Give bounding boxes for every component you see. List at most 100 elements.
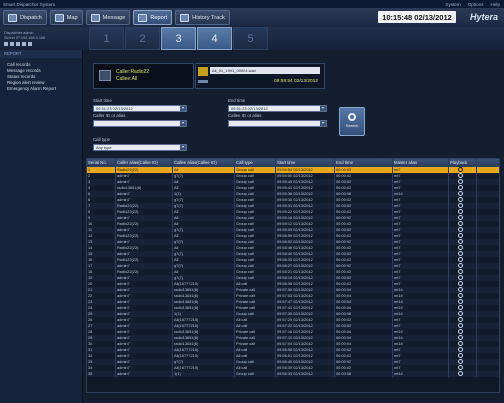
window-titlebar: Smart Dispatcher System System Options H… bbox=[0, 0, 504, 8]
report-button[interactable]: Report bbox=[133, 10, 173, 25]
table-cell: Group call bbox=[235, 371, 276, 377]
workspace-tabs: 1 2 3 4 5 bbox=[89, 27, 269, 50]
callee-text: Callee:All bbox=[116, 76, 138, 82]
caller-text: Caller:Radio22 bbox=[116, 69, 150, 75]
play-icon[interactable] bbox=[458, 257, 463, 263]
end-time-field[interactable]: 09:31:23 02/13/2012 ▼ bbox=[228, 105, 327, 112]
tab-3[interactable]: 3 bbox=[161, 27, 196, 50]
chevron-down-icon[interactable]: ▼ bbox=[180, 121, 186, 126]
tab-5[interactable]: 5 bbox=[233, 27, 268, 50]
column-header[interactable]: Callee alias(Callee ID) bbox=[173, 159, 235, 167]
tab-2[interactable]: 2 bbox=[125, 27, 160, 50]
play-icon[interactable] bbox=[458, 209, 463, 215]
play-icon[interactable] bbox=[458, 293, 463, 299]
server-ip: Server IP:192.168.9.168 bbox=[4, 36, 46, 40]
message-label: Message bbox=[102, 14, 126, 21]
play-icon[interactable] bbox=[458, 323, 463, 329]
column-header[interactable]: Caller alias(Caller ID) bbox=[116, 159, 173, 167]
play-icon[interactable] bbox=[458, 371, 463, 377]
play-icon[interactable] bbox=[458, 221, 463, 227]
column-header[interactable]: Master alias bbox=[393, 159, 449, 167]
clock-display: 10:15:48 02/13/2012 bbox=[378, 11, 456, 23]
map-button[interactable]: Map bbox=[49, 10, 83, 25]
play-icon[interactable] bbox=[458, 215, 463, 221]
column-header[interactable]: Playback bbox=[449, 159, 477, 167]
search-button[interactable]: Search bbox=[339, 107, 365, 136]
main-toolbar: Dispatch Map Message Report History Trac… bbox=[0, 8, 504, 28]
chevron-down-icon[interactable]: ▼ bbox=[180, 106, 186, 111]
call-type-select[interactable]: Any type ▼ bbox=[93, 144, 187, 151]
column-header[interactable]: Call type bbox=[235, 159, 276, 167]
play-icon[interactable] bbox=[458, 299, 463, 305]
tab-1[interactable]: 1 bbox=[89, 27, 124, 50]
radio-icon bbox=[99, 70, 111, 81]
table-cell: 35 bbox=[87, 371, 116, 377]
play-icon[interactable] bbox=[458, 335, 463, 341]
status-icon[interactable] bbox=[4, 42, 8, 46]
dispatch-label: Dispatch bbox=[20, 14, 42, 21]
dispatch-button[interactable]: Dispatch bbox=[3, 10, 47, 25]
table-row[interactable]: 35 admin7 1(1) Group call 09:56:33 02/13/201… bbox=[87, 371, 499, 377]
column-header[interactable]: End time bbox=[335, 159, 393, 167]
table-cell: 1(1) bbox=[173, 371, 235, 377]
column-header[interactable]: Start time bbox=[276, 159, 335, 167]
menu-system[interactable]: System bbox=[445, 2, 460, 7]
tab-4[interactable]: 4 bbox=[197, 27, 232, 50]
status-icon[interactable] bbox=[28, 42, 32, 46]
play-icon[interactable] bbox=[458, 347, 463, 353]
play-icon[interactable] bbox=[458, 281, 463, 287]
main-panel: Caller:Radio22 Callee:All All_01_1991_00… bbox=[83, 50, 504, 403]
play-icon[interactable] bbox=[458, 275, 463, 281]
table-cell: admin7 bbox=[116, 371, 173, 377]
play-icon[interactable] bbox=[458, 287, 463, 293]
play-icon[interactable] bbox=[458, 353, 463, 359]
sidebar-item-emergency-alarm-report[interactable]: Emergency Alarm Report bbox=[0, 86, 82, 92]
status-icon[interactable] bbox=[10, 42, 14, 46]
start-time-field[interactable]: 09:31:23 02/13/2012 ▼ bbox=[93, 105, 187, 112]
play-icon[interactable] bbox=[458, 197, 463, 203]
message-button[interactable]: Message bbox=[85, 10, 131, 25]
menu-options[interactable]: Options bbox=[468, 2, 484, 7]
chevron-down-icon[interactable]: ▼ bbox=[180, 145, 186, 150]
play-icon[interactable] bbox=[458, 311, 463, 317]
play-icon[interactable] bbox=[458, 365, 463, 371]
status-icon[interactable] bbox=[22, 42, 26, 46]
chevron-down-icon[interactable]: ▼ bbox=[320, 106, 326, 111]
play-icon[interactable] bbox=[458, 227, 463, 233]
play-icon[interactable] bbox=[458, 263, 463, 269]
volume-slider[interactable] bbox=[198, 80, 208, 83]
play-icon[interactable] bbox=[458, 239, 463, 245]
call-type-label: Call type bbox=[93, 137, 111, 142]
playback-file: All_01_1991_00024.wav bbox=[210, 67, 320, 74]
search-icon bbox=[348, 113, 356, 121]
status-icon[interactable] bbox=[16, 42, 20, 46]
play-icon[interactable] bbox=[458, 233, 463, 239]
callee-label: Callee ID or alias bbox=[228, 113, 262, 118]
play-icon[interactable] bbox=[458, 251, 463, 257]
play-icon[interactable] bbox=[458, 191, 463, 197]
play-icon[interactable] bbox=[458, 173, 463, 179]
play-icon[interactable] bbox=[458, 203, 463, 209]
history-track-button[interactable]: History Track bbox=[175, 10, 230, 25]
sidebar-header: REPORT bbox=[0, 50, 82, 58]
play-icon[interactable] bbox=[458, 269, 463, 275]
call-records-table: Serial No. Caller alias(Caller ID) Callee … bbox=[86, 158, 500, 393]
table-cell: 09:56:33 02/13/2012 bbox=[276, 371, 335, 377]
pause-button[interactable] bbox=[198, 67, 208, 76]
play-icon[interactable] bbox=[458, 185, 463, 191]
play-icon[interactable] bbox=[458, 341, 463, 347]
caller-field[interactable]: ▼ bbox=[93, 120, 187, 127]
callee-field[interactable]: ▼ bbox=[228, 120, 327, 127]
column-header[interactable]: Serial No. bbox=[87, 159, 116, 167]
play-icon[interactable] bbox=[458, 359, 463, 365]
play-icon[interactable] bbox=[458, 245, 463, 251]
play-icon[interactable] bbox=[458, 329, 463, 335]
play-icon[interactable] bbox=[458, 305, 463, 311]
play-icon[interactable] bbox=[458, 317, 463, 323]
play-icon[interactable] bbox=[458, 167, 463, 173]
play-icon[interactable] bbox=[458, 179, 463, 185]
caller-label: Caller ID or alias bbox=[93, 113, 126, 118]
chevron-down-icon[interactable]: ▼ bbox=[320, 121, 326, 126]
menu-help[interactable]: Help bbox=[491, 2, 500, 7]
call-type-value: Any type bbox=[96, 145, 112, 150]
